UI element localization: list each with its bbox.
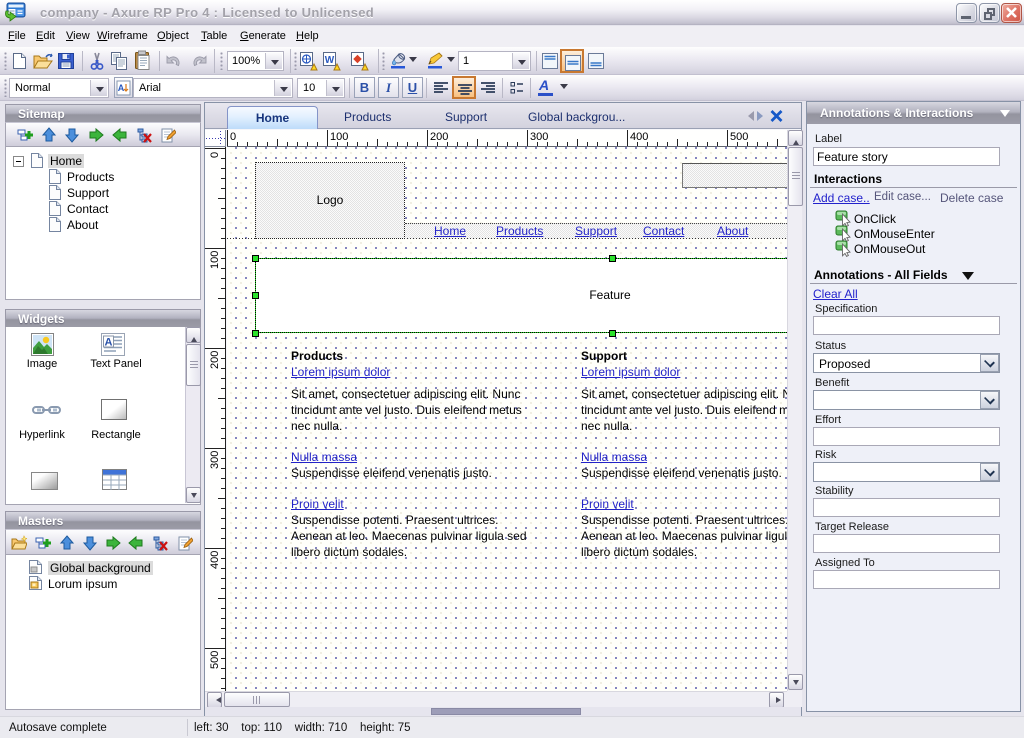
svg-text:A: A xyxy=(105,337,113,349)
svg-text:W: W xyxy=(325,55,335,66)
svg-text:A: A xyxy=(118,83,125,93)
